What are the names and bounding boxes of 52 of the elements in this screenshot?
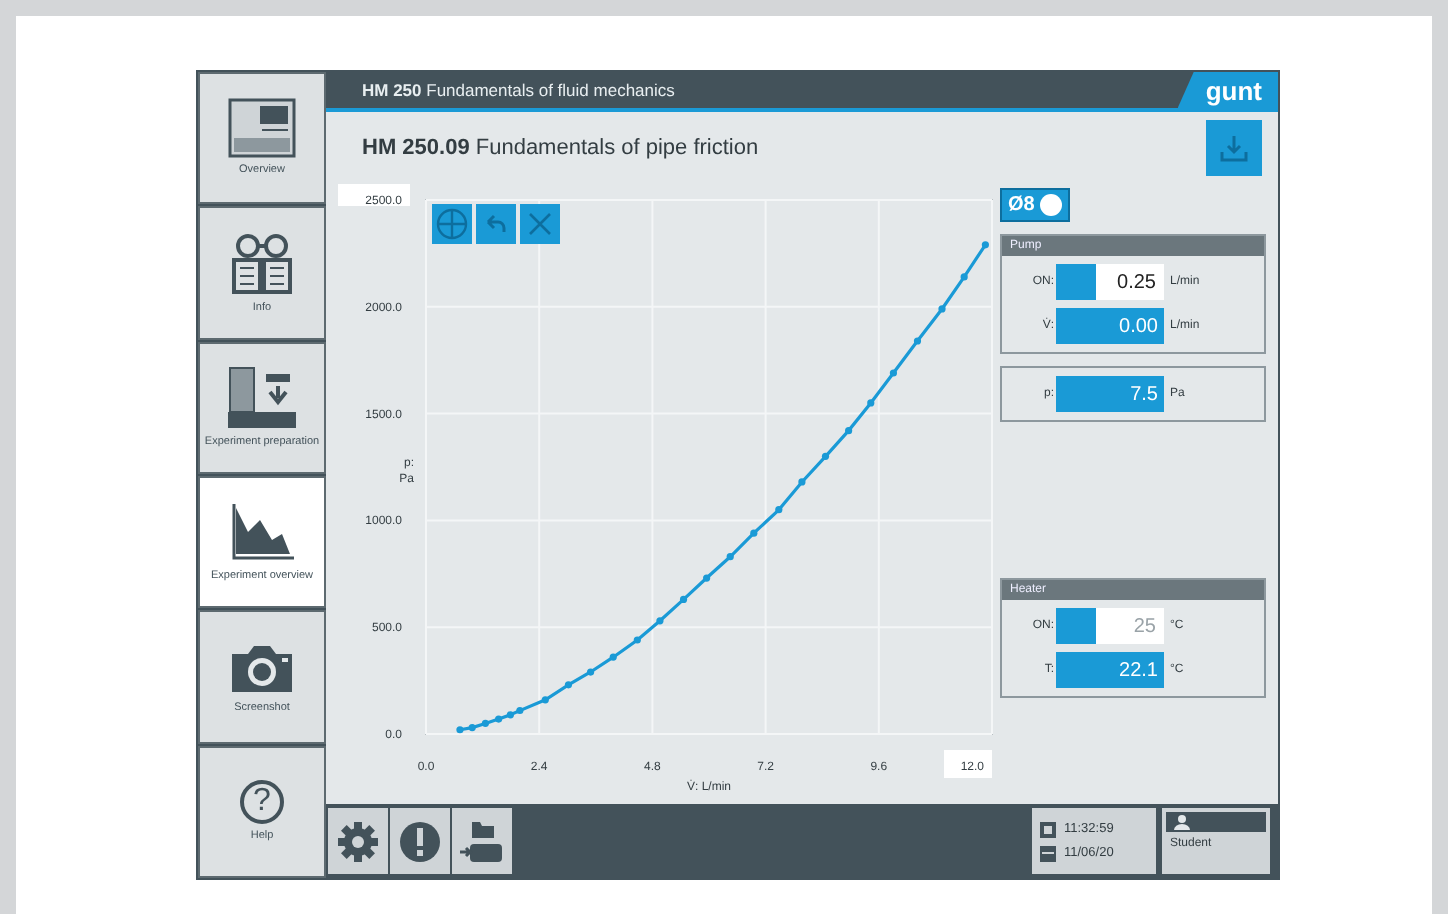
control-panel-icon bbox=[228, 98, 296, 159]
user-icon bbox=[1174, 814, 1190, 830]
input-field[interactable]: 0.25 bbox=[1096, 264, 1164, 301]
data-point bbox=[656, 617, 664, 625]
help-icon: ? bbox=[240, 780, 284, 824]
book-with-glasses-icon bbox=[228, 231, 296, 296]
app-title: HM 250 Fundamentals of fluid mechanics bbox=[362, 80, 675, 100]
logo: gunt bbox=[1177, 72, 1278, 108]
close-icon bbox=[528, 212, 552, 237]
data-point bbox=[960, 273, 968, 281]
calendar-icon bbox=[1040, 845, 1056, 861]
machine-icon bbox=[226, 366, 298, 431]
data-point bbox=[981, 241, 989, 249]
data-point bbox=[889, 369, 897, 377]
undo-button[interactable] bbox=[476, 204, 516, 245]
data-point bbox=[679, 595, 688, 604]
data-point bbox=[775, 506, 783, 514]
data-point bbox=[495, 715, 503, 723]
clock-icon bbox=[1040, 821, 1056, 837]
data-point bbox=[798, 478, 806, 486]
folder-usb-icon bbox=[458, 817, 506, 865]
zoom-button[interactable] bbox=[432, 204, 472, 245]
alert-button[interactable] bbox=[390, 808, 450, 874]
alert-icon bbox=[398, 819, 442, 863]
value-display: 0.00 bbox=[1056, 308, 1164, 345]
data-point bbox=[609, 653, 617, 661]
data-point bbox=[481, 719, 490, 727]
download-icon bbox=[1220, 134, 1248, 162]
settings-icon bbox=[336, 819, 380, 863]
data-point bbox=[456, 726, 464, 734]
data-point bbox=[867, 399, 875, 407]
data-point bbox=[726, 553, 734, 561]
data-point bbox=[633, 636, 641, 644]
data-point bbox=[468, 724, 476, 732]
value-display: 7.5 bbox=[1056, 376, 1164, 413]
data-point bbox=[913, 337, 922, 345]
settings-button[interactable] bbox=[328, 808, 388, 874]
data-point bbox=[845, 427, 853, 435]
switch[interactable] bbox=[1056, 264, 1096, 301]
data-point bbox=[564, 681, 573, 689]
usb-export-button[interactable] bbox=[452, 808, 512, 874]
value-display: 22.1 bbox=[1056, 652, 1164, 689]
crosshair-circle-icon bbox=[436, 208, 468, 241]
data-point bbox=[703, 574, 711, 582]
data-point bbox=[821, 452, 830, 460]
data-point bbox=[750, 529, 758, 537]
clear-button[interactable] bbox=[520, 204, 560, 245]
data-point bbox=[587, 668, 595, 676]
page-title: HM 250.09 Fundamentals of pipe friction bbox=[362, 136, 759, 160]
undo-icon bbox=[484, 212, 508, 237]
data-point bbox=[938, 305, 946, 313]
data-point bbox=[541, 696, 549, 704]
